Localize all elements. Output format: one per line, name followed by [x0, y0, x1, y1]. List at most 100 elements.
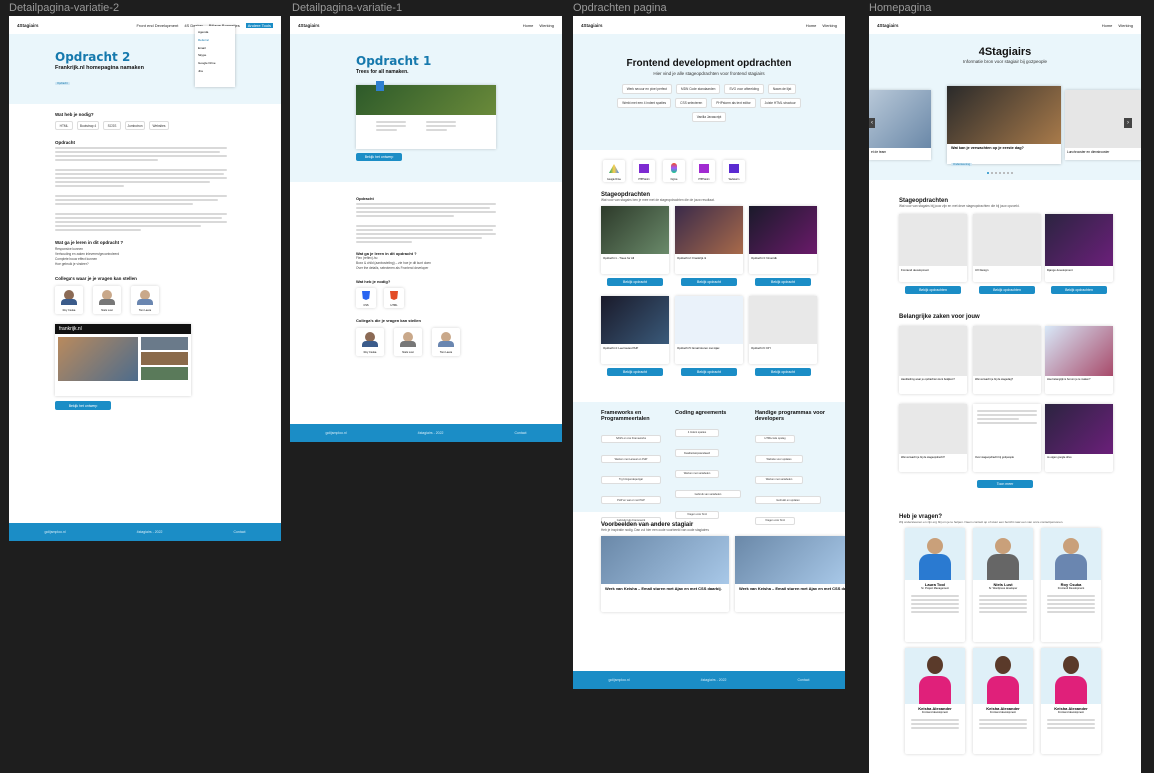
frame-detailpagina-variatie-2[interactable]: 4Stagiairs Front end Development 4S Desi…	[9, 16, 281, 541]
view-assignment-button[interactable]: Bekijk opdracht	[681, 278, 737, 286]
resource-item[interactable]: Werken met variabelen	[755, 475, 803, 484]
assignment-card[interactable]: Opdracht 3: Nmeridk	[749, 206, 817, 274]
assignment-card[interactable]: Opdracht 5: Email sturen met Ajax	[675, 296, 743, 364]
site-logo[interactable]: 4Stagiairs	[17, 23, 39, 28]
person-card[interactable]: Keisha Alexander Frontend development	[1041, 648, 1101, 754]
carousel-dots[interactable]	[987, 172, 1013, 174]
info-card[interactable]: Over stageopdracht bij go2people	[973, 404, 1041, 472]
assignment-card[interactable]: Opdracht 4: Leerroutes PHP	[601, 296, 669, 364]
nav-link[interactable]: Front end Development	[137, 23, 179, 28]
resource-item[interactable]: Vragen voor html	[675, 510, 719, 519]
site-logo[interactable]: 4Stagiairs	[298, 23, 320, 28]
resource-list: 4 Indent spaties Kwaliteitstopstandaard …	[675, 420, 747, 520]
view-assignment-button[interactable]: Bekijk opdracht	[607, 368, 663, 376]
site-logo[interactable]: 4Stagiairs	[581, 23, 603, 28]
colleague-card[interactable]: Niels Lust	[394, 328, 422, 356]
resource-item[interactable]: Kwaliteitstopstandaard	[675, 449, 719, 457]
nav-link-active[interactable]: Andere Tools	[245, 22, 273, 28]
dropdown-item[interactable]: Referral	[198, 37, 232, 45]
carousel-prev-icon[interactable]: ‹	[869, 118, 875, 128]
info-card[interactable]: Wat verwacht je bij de stageopdracht?	[899, 404, 967, 472]
footer-link[interactable]: Contact	[233, 530, 245, 534]
assignment-card[interactable]: Opdracht 2: Frankrijk.nl	[675, 206, 743, 274]
resource-item[interactable]: Werken met variabelen	[675, 469, 719, 478]
assignment-card[interactable]: Frontend development	[899, 214, 967, 282]
assignment-card[interactable]: Opdracht 1 - Trees for All	[601, 206, 669, 274]
colleague-card[interactable]: Roy Csuka	[356, 328, 384, 356]
resource-item[interactable]: Gebruikt en updaten	[755, 496, 821, 504]
assignment-card[interactable]: Opdracht 6: DIY	[749, 296, 817, 364]
webstorm-icon[interactable]: Webstorm	[723, 160, 745, 182]
assignment-card[interactable]: UX Design	[973, 214, 1041, 282]
frame-homepagina[interactable]: 4Stagiairs Home Werking 4Stagiairs Infor…	[869, 16, 1141, 773]
resource-item[interactable]: HTMLcode opslag	[755, 434, 795, 443]
assignment-card[interactable]: Django development	[1045, 214, 1113, 282]
resource-item[interactable]: Vragen voor html	[755, 516, 795, 525]
example-card[interactable]: Werk van Keisha – Email sturen met Ajax …	[601, 536, 729, 612]
view-design-button[interactable]: Bekijk het ontwerp	[356, 153, 402, 161]
colleague-card[interactable]: Tom Laura	[432, 328, 460, 356]
resource-item[interactable]: Gebruik van variabelen	[675, 490, 741, 498]
assignment-title: Django development	[1047, 268, 1073, 272]
info-card[interactable]: Handleiding waar je opdrachten kunt beki…	[899, 326, 967, 394]
nav-link[interactable]: Home	[1102, 23, 1113, 28]
person-card[interactable]: Laura Tool Sr. Project Management	[905, 528, 965, 642]
dropdown-item[interactable]: Skype	[198, 52, 232, 60]
colleague-card[interactable]: Roy Csuka	[55, 286, 83, 314]
phpstorm-icon[interactable]: PHPStorm	[633, 160, 655, 182]
resource-item[interactable]: SASS en css Frameworks	[601, 434, 661, 443]
example-card[interactable]: Werk van Keisha – Email sturen met Ajax …	[735, 536, 845, 612]
colleague-card[interactable]: Niels Lust	[93, 286, 121, 314]
person-card[interactable]: Niels Lust Sr. Wordpress developer	[973, 528, 1033, 642]
dropdown-item[interactable]: Jira	[198, 68, 232, 76]
google-drive-icon[interactable]: Google Drive	[603, 160, 625, 182]
view-design-button[interactable]: Bekijk het ontwerp	[55, 401, 111, 410]
dropdown-item[interactable]: Agenda	[198, 29, 232, 37]
view-assignments-button[interactable]: Bekijk opdrachten	[1051, 286, 1107, 294]
frame-opdrachten-pagina[interactable]: 4Stagiairs Home Werking Frontend develop…	[573, 16, 845, 689]
nav-link[interactable]: Werking	[1118, 23, 1133, 28]
dropdown-item[interactable]: Google Drive	[198, 60, 232, 68]
assignment-grid: Opdracht 1 - Trees for All Bekijk opdrac…	[573, 202, 845, 402]
view-assignment-button[interactable]: Bekijk opdracht	[681, 368, 737, 376]
carousel-slide[interactable]: et de team	[869, 90, 931, 160]
resource-item[interactable]: Trg bringendeperigar	[601, 475, 661, 484]
show-more-button[interactable]: Toon meer	[977, 480, 1033, 488]
view-assignment-button[interactable]: Bekijk opdracht	[607, 278, 663, 286]
frame-label-detail-1[interactable]: Detailpagina-variatie-1	[292, 2, 402, 14]
view-assignments-button[interactable]: Bekijk opdrachten	[979, 286, 1035, 294]
frame-detailpagina-variatie-1[interactable]: 4Stagiairs Home Werking Opdracht 1 Trees…	[290, 16, 562, 442]
resource-item[interactable]: 4 Indent spaties	[675, 428, 719, 437]
footer-link[interactable]: Contact	[797, 678, 809, 682]
resource-item[interactable]: PHP en wat er met PHP	[601, 496, 661, 504]
person-card[interactable]: Keisha Alexander Frontend development	[973, 648, 1033, 754]
nav-link[interactable]: Home	[806, 23, 817, 28]
person-card[interactable]: Roy Csuka Frontend Development	[1041, 528, 1101, 642]
nav-link[interactable]: Werking	[822, 23, 837, 28]
person-card[interactable]: Keisha Alexander Frontend development	[905, 648, 965, 754]
site-logo[interactable]: 4Stagiairs	[877, 23, 899, 28]
footer-link[interactable]: golijsmploo.nl	[608, 678, 629, 682]
view-assignments-button[interactable]: Bekijk opdrachten	[905, 286, 961, 294]
footer-link[interactable]: golijsmploo.nl	[325, 431, 346, 435]
resource-item[interactable]: Website voor updates	[755, 455, 803, 463]
phpstorm-icon[interactable]: PHPStorm	[693, 160, 715, 182]
footer-link[interactable]: Contact	[514, 431, 526, 435]
info-card[interactable]: Hoe belangrijk is het om je te maken?	[1045, 326, 1113, 394]
view-assignment-button[interactable]: Bekijk opdracht	[755, 278, 811, 286]
info-card[interactable]: Je eigen google drive	[1045, 404, 1113, 472]
frame-label-opdrachten[interactable]: Opdrachten pagina	[573, 2, 667, 14]
carousel-slide-active[interactable]: Wat kan je verwachten op je eerste dag? …	[947, 86, 1061, 166]
nav-link[interactable]: Werking	[539, 23, 554, 28]
carousel-next-icon[interactable]: ›	[1124, 118, 1132, 128]
figma-icon[interactable]: Figma	[663, 160, 685, 182]
footer-link[interactable]: golijsmploo.nl	[44, 530, 65, 534]
dropdown-item[interactable]: Email	[198, 45, 232, 53]
info-card[interactable]: Wat verwacht je bij de stagedag?	[973, 326, 1041, 394]
frame-label-homepagina[interactable]: Homepagina	[869, 2, 931, 14]
colleague-card[interactable]: Tom Laura	[131, 286, 159, 314]
view-assignment-button[interactable]: Bekijk opdracht	[755, 368, 811, 376]
resource-item[interactable]: Werken met Laravel en PHP	[601, 455, 661, 463]
frame-label-detail-2[interactable]: Detailpagina-variatie-2	[9, 2, 119, 14]
nav-link[interactable]: Home	[523, 23, 534, 28]
